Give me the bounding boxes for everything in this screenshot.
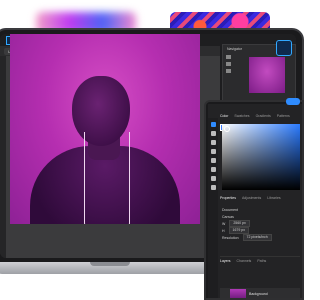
type-icon[interactable]	[210, 176, 216, 181]
laptop-notch	[90, 262, 130, 266]
color-picker-cursor[interactable]	[224, 126, 230, 132]
navigator-thumbnail[interactable]	[249, 57, 285, 93]
tablet-device: Color Swatches Gradients Patterns Proper…	[204, 100, 304, 300]
properties-section: Document	[222, 206, 298, 213]
properties-body: Document Canvas W 2560 px H 1679 px Reso…	[222, 206, 298, 254]
move-icon[interactable]	[210, 122, 216, 127]
tab-adjustments[interactable]: Adjustments	[242, 196, 261, 200]
canvas-label: Canvas	[222, 214, 234, 219]
width-label: W	[222, 221, 226, 226]
width-field[interactable]: 2560 px	[229, 220, 250, 227]
properties-panel-tabs: Properties Adjustments Libraries	[220, 194, 300, 202]
color-panel-tabs: Color Swatches Gradients Patterns	[220, 112, 300, 120]
resolution-label: Resolution	[222, 235, 239, 240]
zoom-in-icon[interactable]	[226, 55, 231, 59]
tab-properties[interactable]: Properties	[220, 196, 236, 200]
layer-name: Background	[249, 292, 268, 296]
share-button[interactable]	[286, 98, 300, 105]
width-row: W 2560 px	[222, 220, 298, 227]
laptop-base	[0, 262, 222, 274]
layers-panel-tabs: Layers Channels Paths	[220, 256, 300, 265]
navigator-label: Navigator	[227, 47, 242, 51]
hand-icon[interactable]	[226, 69, 231, 73]
tab-layers[interactable]: Layers	[220, 259, 231, 263]
tab-channels[interactable]: Channels	[237, 259, 252, 263]
section-title: Document	[222, 207, 238, 212]
zoom-out-icon[interactable]	[226, 62, 231, 66]
layer-row[interactable]: Background	[220, 288, 300, 298]
marquee-icon[interactable]	[210, 131, 216, 136]
photoshop-app-icon	[276, 40, 292, 56]
color-picker-field[interactable]	[222, 124, 300, 190]
tab-gradients[interactable]: Gradients	[256, 114, 271, 118]
navigator-icons	[226, 55, 232, 76]
zoom-icon[interactable]	[210, 185, 216, 190]
eraser-icon[interactable]	[210, 167, 216, 172]
height-label: H	[222, 228, 225, 233]
resolution-row: Resolution 72 pixels/inch	[222, 234, 298, 241]
height-field[interactable]: 1679 px	[228, 227, 249, 234]
resolution-field[interactable]: 72 pixels/inch	[242, 234, 272, 241]
tab-paths[interactable]: Paths	[257, 259, 266, 263]
tablet-screen: Color Swatches Gradients Patterns Proper…	[208, 104, 302, 298]
canvas-row: Canvas	[222, 213, 298, 220]
layer-thumbnail	[230, 289, 246, 298]
tab-color[interactable]: Color	[220, 114, 228, 118]
tool-palette	[208, 118, 218, 298]
tab-libraries[interactable]: Libraries	[267, 196, 280, 200]
brush-icon[interactable]	[210, 158, 216, 163]
tab-swatches[interactable]: Swatches	[234, 114, 249, 118]
crop-icon[interactable]	[210, 149, 216, 154]
lasso-icon[interactable]	[210, 140, 216, 145]
tab-patterns[interactable]: Patterns	[277, 114, 290, 118]
earphone-cable	[84, 132, 130, 224]
canvas-photo[interactable]	[10, 34, 200, 224]
height-row: H 1679 px	[222, 227, 298, 234]
